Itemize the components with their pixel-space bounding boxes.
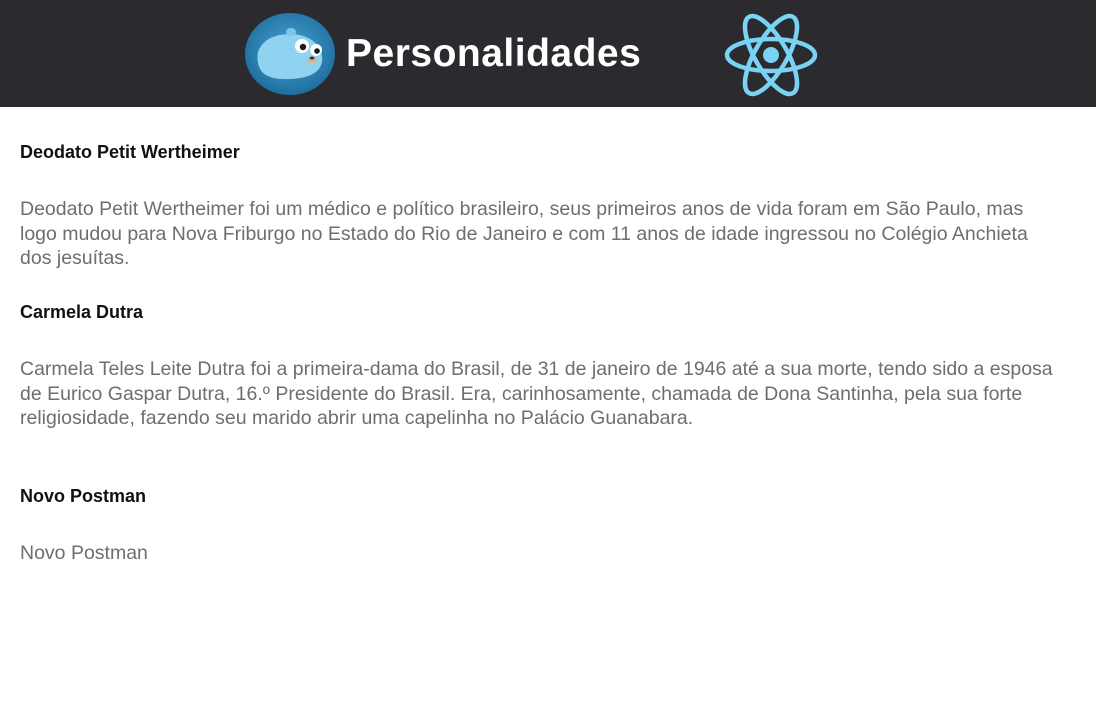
item-description: Carmela Teles Leite Dutra foi a primeira…: [20, 358, 1053, 429]
item-description: Novo Postman: [20, 542, 148, 564]
list-item: Deodato Petit Wertheimer Deodato Petit W…: [20, 141, 1060, 269]
react-icon: [724, 13, 818, 97]
page-title: Personalidades: [346, 32, 642, 75]
gopher-icon: [245, 13, 335, 95]
app-header: Personalidades: [0, 0, 1096, 107]
list-item: Novo Postman Novo Postman: [20, 485, 1060, 564]
personalities-list: Deodato Petit Wertheimer Deodato Petit W…: [0, 107, 1096, 702]
item-title: Novo Postman: [20, 486, 147, 506]
item-title: Carmela Dutra: [20, 302, 144, 322]
item-description: Deodato Petit Wertheimer foi um médico e…: [20, 198, 1028, 269]
item-title: Deodato Petit Wertheimer: [20, 142, 240, 162]
list-item: Carmela Dutra Carmela Teles Leite Dutra …: [20, 301, 1060, 429]
